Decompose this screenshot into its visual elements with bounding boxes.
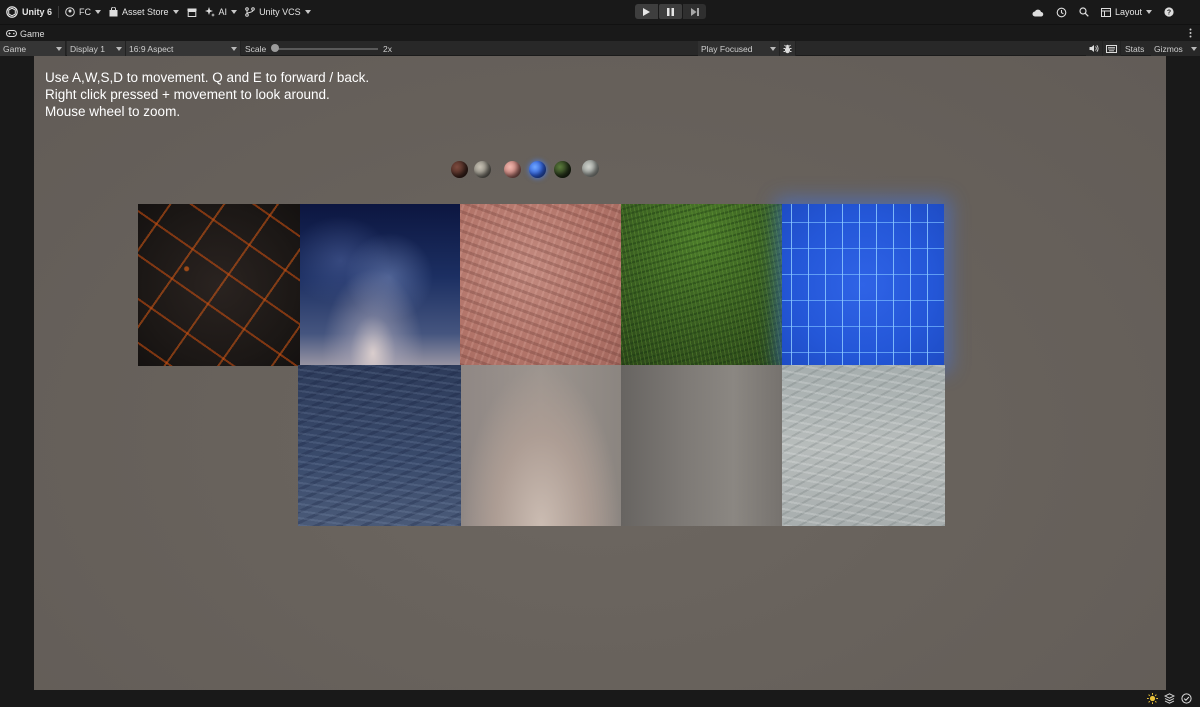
chevron-down-icon — [95, 10, 102, 14]
toolbar-right: Layout ? — [1032, 3, 1174, 21]
display-dropdown[interactable]: Display 1 — [67, 41, 126, 56]
lava-tile — [138, 204, 300, 366]
cloud-icon[interactable] — [1032, 8, 1044, 17]
shortcuts-button[interactable] — [1103, 41, 1121, 56]
debug-button[interactable] — [780, 41, 796, 56]
controls-instructions: Use A,W,S,D to movement. Q and E to forw… — [45, 69, 369, 120]
more-options-icon[interactable] — [1189, 28, 1192, 38]
circuit-tile — [782, 204, 944, 366]
account-label: FC — [79, 7, 92, 17]
chevron-down-icon — [231, 10, 238, 14]
aspect-label: 16:9 Aspect — [129, 43, 174, 54]
speaker-icon — [1089, 44, 1099, 53]
ocean-tile — [298, 365, 461, 526]
display-label: Display 1 — [70, 43, 105, 54]
play-icon — [643, 7, 650, 16]
scale-slider[interactable] — [278, 48, 378, 50]
step-button[interactable] — [683, 4, 706, 19]
playmode-controls — [635, 4, 706, 19]
layers-icon[interactable] — [1164, 693, 1175, 704]
check-circle-icon[interactable] — [1181, 693, 1192, 704]
help-icon[interactable]: ? — [1164, 7, 1174, 17]
asset-store-dropdown[interactable]: Asset Store — [105, 3, 183, 21]
version-control-icon — [245, 7, 255, 17]
chevron-down-icon — [770, 46, 776, 51]
game-view-toolbar: Game Display 1 16:9 Aspect Scale 2x Play… — [0, 41, 1200, 56]
chevron-down-icon — [116, 46, 122, 51]
chevron-down-icon — [1146, 10, 1152, 14]
satin-tile — [461, 365, 621, 526]
game-mode-label: Game — [3, 43, 27, 54]
toolbar-divider — [58, 6, 60, 18]
game-mode-dropdown[interactable]: Game — [0, 41, 66, 56]
moss-sphere — [554, 161, 571, 178]
play-mode-label: Play Focused — [701, 43, 753, 54]
chevron-down-icon — [1191, 46, 1197, 51]
play-button[interactable] — [635, 4, 658, 19]
sparkle-icon — [204, 7, 215, 17]
instruction-line: Right click pressed + movement to look a… — [45, 87, 330, 102]
aspect-dropdown[interactable]: 16:9 Aspect — [126, 41, 241, 56]
chevron-down-icon — [304, 10, 311, 14]
play-mode-dropdown[interactable]: Play Focused — [698, 41, 780, 56]
gizmos-dropdown[interactable]: Gizmos — [1151, 41, 1200, 56]
account-icon — [65, 7, 75, 17]
lava-sphere — [451, 161, 468, 178]
layout-label: Layout — [1114, 7, 1142, 17]
glass-sphere — [582, 160, 599, 177]
rock-sphere — [504, 161, 521, 178]
frosted-glass-tile — [621, 365, 782, 526]
pause-icon — [667, 7, 674, 16]
vcs-dropdown[interactable]: Unity VCS — [241, 3, 315, 21]
gamepad-icon — [6, 30, 17, 37]
app-title: Unity 6 — [22, 7, 53, 17]
lighting-icon[interactable] — [1147, 693, 1158, 704]
instruction-line: Use A,W,S,D to movement. Q and E to forw… — [45, 70, 370, 85]
scale-value: 2x — [383, 43, 392, 54]
status-icons — [1147, 693, 1192, 704]
status-bar — [0, 690, 1200, 707]
unity-menu[interactable]: Unity 6 — [0, 3, 56, 21]
audio-mute-button[interactable] — [1086, 41, 1103, 56]
chevron-down-icon — [172, 10, 179, 14]
stats-toggle[interactable]: Stats — [1125, 41, 1144, 56]
gizmos-label: Gizmos — [1154, 43, 1183, 54]
bug-icon — [783, 44, 792, 53]
keyboard-icon — [1106, 44, 1117, 53]
asset-store-label: Asset Store — [122, 7, 169, 17]
layout-icon — [1100, 7, 1111, 17]
chevron-down-icon — [231, 46, 237, 51]
stone-sphere — [474, 161, 491, 178]
ai-dropdown[interactable]: AI — [201, 3, 242, 21]
game-viewport[interactable]: Use A,W,S,D to movement. Q and E to forw… — [34, 56, 1166, 690]
shopping-bag-icon — [109, 7, 118, 17]
tab-game[interactable]: Game — [2, 26, 49, 41]
svg-text:?: ? — [1167, 10, 1171, 17]
rock-tile — [460, 204, 622, 366]
tab-bar: Game — [0, 24, 1200, 41]
circuit-sphere — [529, 161, 546, 178]
ai-label: AI — [218, 7, 228, 17]
step-icon — [690, 7, 699, 16]
pause-button[interactable] — [659, 4, 682, 19]
search-icon[interactable] — [1079, 7, 1089, 17]
vcs-label: Unity VCS — [259, 7, 301, 17]
package-icon — [187, 8, 197, 17]
tab-label: Game — [20, 28, 45, 39]
package-button[interactable] — [183, 3, 201, 21]
main-toolbar: Unity 6 FC Asset Store AI Unity VCS Layo… — [0, 0, 1200, 24]
moss-tile — [621, 204, 783, 366]
unity-logo-icon — [6, 6, 18, 18]
account-dropdown[interactable]: FC — [61, 3, 105, 21]
scale-label: Scale — [245, 43, 267, 54]
chevron-down-icon — [56, 46, 62, 51]
history-icon[interactable] — [1056, 7, 1067, 18]
scale-slider-handle[interactable] — [271, 44, 279, 52]
ice-tile — [782, 365, 945, 526]
water-tile — [300, 204, 462, 366]
instruction-line: Mouse wheel to zoom. — [45, 104, 181, 119]
layout-dropdown[interactable]: Layout — [1100, 3, 1152, 21]
